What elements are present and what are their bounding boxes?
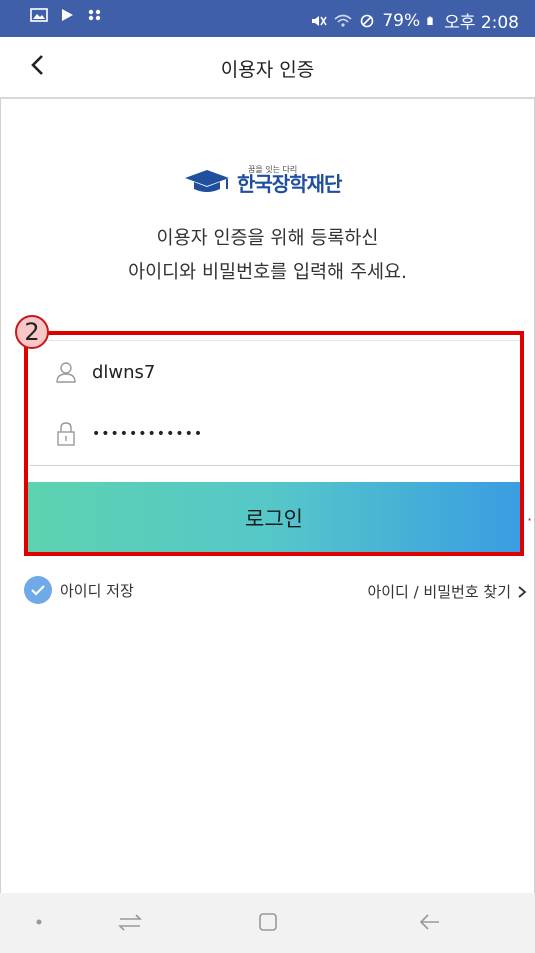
wifi-icon xyxy=(334,14,352,27)
recent-apps-icon[interactable] xyxy=(115,907,145,937)
instruction-line-1: 이용자 인증을 위해 등록하신 xyxy=(156,228,379,249)
instruction-text: 이용자 인증을 위해 등록하신 아이디와 비밀번호를 입력해 주세요. xyxy=(0,222,535,290)
nav-dot-icon xyxy=(24,907,54,937)
status-bar-left-icons xyxy=(30,8,104,22)
save-id-toggle[interactable]: 아이디 저장 xyxy=(24,576,134,604)
back-arrow-icon[interactable] xyxy=(415,907,445,937)
find-account-label: 아이디 / 비밀번호 찾기 xyxy=(367,583,511,601)
home-icon[interactable] xyxy=(253,907,283,937)
instruction-line-2: 아이디와 비밀번호를 입력해 주세요. xyxy=(128,262,407,283)
status-bar-right: 79% 오후 2:08 xyxy=(310,8,519,33)
android-nav-bar xyxy=(0,893,535,953)
annotation-highlight-box xyxy=(24,331,524,556)
logo-tagline: 꿈을 잇는 다리 xyxy=(248,165,298,174)
battery-percent: 79% xyxy=(382,10,421,31)
check-icon[interactable] xyxy=(24,576,52,604)
annotation-dot: · xyxy=(527,510,533,529)
play-notification-icon xyxy=(62,9,73,21)
save-id-label: 아이디 저장 xyxy=(60,581,134,600)
find-account-link[interactable]: 아이디 / 비밀번호 찾기 xyxy=(367,581,527,602)
kosaf-logo: 꿈을 잇는 다리 한국장학재단 xyxy=(183,162,358,202)
graduation-cap-icon xyxy=(185,170,229,192)
no-signal-icon xyxy=(361,14,374,27)
chevron-right-icon xyxy=(518,585,527,598)
app-header: 이용자 인증 xyxy=(0,37,535,99)
apps-notification-icon xyxy=(88,9,101,21)
annotation-step-badge: 2 xyxy=(15,315,49,349)
status-time: 오후 2:08 xyxy=(444,13,519,33)
page-title: 이용자 인증 xyxy=(220,59,315,81)
gallery-notification-icon xyxy=(30,8,48,22)
battery-icon xyxy=(427,16,433,25)
status-bar: 79% 오후 2:08 xyxy=(0,0,535,37)
mute-icon xyxy=(312,15,328,26)
